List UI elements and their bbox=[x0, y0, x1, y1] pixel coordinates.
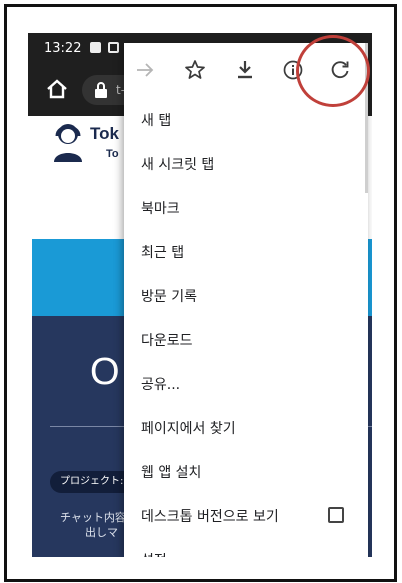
download-icon[interactable] bbox=[232, 57, 258, 83]
menu-item-label: 새 탭 bbox=[141, 113, 172, 129]
menu-item-label: 방문 기록 bbox=[141, 289, 197, 305]
forward-icon[interactable] bbox=[132, 57, 158, 83]
image-notification-icon bbox=[90, 42, 101, 53]
menu-item-label: 페이지에서 찾기 bbox=[141, 421, 236, 437]
menu-item-share[interactable]: 공유... bbox=[124, 361, 368, 405]
phone-screen: 13:22 t- Tok To O プロジェクト: チャット内容 出しマ 새 탭… bbox=[28, 33, 372, 557]
menu-item-desktop-site[interactable]: 데스크톱 버전으로 보기 bbox=[124, 493, 368, 537]
operator-logo-icon bbox=[54, 124, 82, 162]
menu-item-find-in-page[interactable]: 페이지에서 찾기 bbox=[124, 405, 368, 449]
menu-item-settings[interactable]: 설정 bbox=[124, 547, 368, 557]
hero-heading: O bbox=[90, 351, 120, 393]
menu-item-label: 데스크톱 버전으로 보기 bbox=[141, 509, 279, 525]
lock-icon bbox=[95, 82, 107, 98]
site-logo-text: Tok bbox=[90, 124, 119, 143]
chat-description-line1: チャット内容 bbox=[60, 511, 126, 524]
menu-item-label: 설정 bbox=[141, 550, 167, 557]
menu-item-label: 다운로드 bbox=[141, 333, 193, 349]
menu-item-label: 공유... bbox=[141, 377, 181, 393]
menu-item-label: 북마크 bbox=[141, 201, 180, 217]
chat-description-line2: 出しマ bbox=[85, 526, 118, 539]
menu-item-history[interactable]: 방문 기록 bbox=[124, 273, 368, 317]
menu-item-label: 새 시크릿 탭 bbox=[141, 157, 215, 173]
site-logo-subtext: To bbox=[106, 148, 119, 160]
menu-item-label: 최근 탭 bbox=[141, 245, 185, 261]
menu-item-new-incognito-tab[interactable]: 새 시크릿 탭 bbox=[124, 141, 368, 185]
status-time: 13:22 bbox=[44, 41, 82, 56]
menu-item-downloads[interactable]: 다운로드 bbox=[124, 317, 368, 361]
menu-item-bookmarks[interactable]: 북마크 bbox=[124, 185, 368, 229]
notification-icon bbox=[108, 42, 119, 53]
reload-highlight-annotation bbox=[296, 35, 370, 107]
star-icon[interactable] bbox=[182, 57, 208, 83]
overflow-menu: 새 탭 새 시크릿 탭 북마크 최근 탭 방문 기록 다운로드 공유... 페이… bbox=[124, 43, 368, 557]
menu-item-install-app[interactable]: 웹 앱 설치 bbox=[124, 449, 368, 493]
home-icon[interactable] bbox=[46, 79, 68, 99]
menu-item-recent-tabs[interactable]: 최근 탭 bbox=[124, 229, 368, 273]
desktop-site-checkbox[interactable] bbox=[328, 507, 344, 523]
menu-item-label: 웹 앱 설치 bbox=[141, 465, 202, 481]
